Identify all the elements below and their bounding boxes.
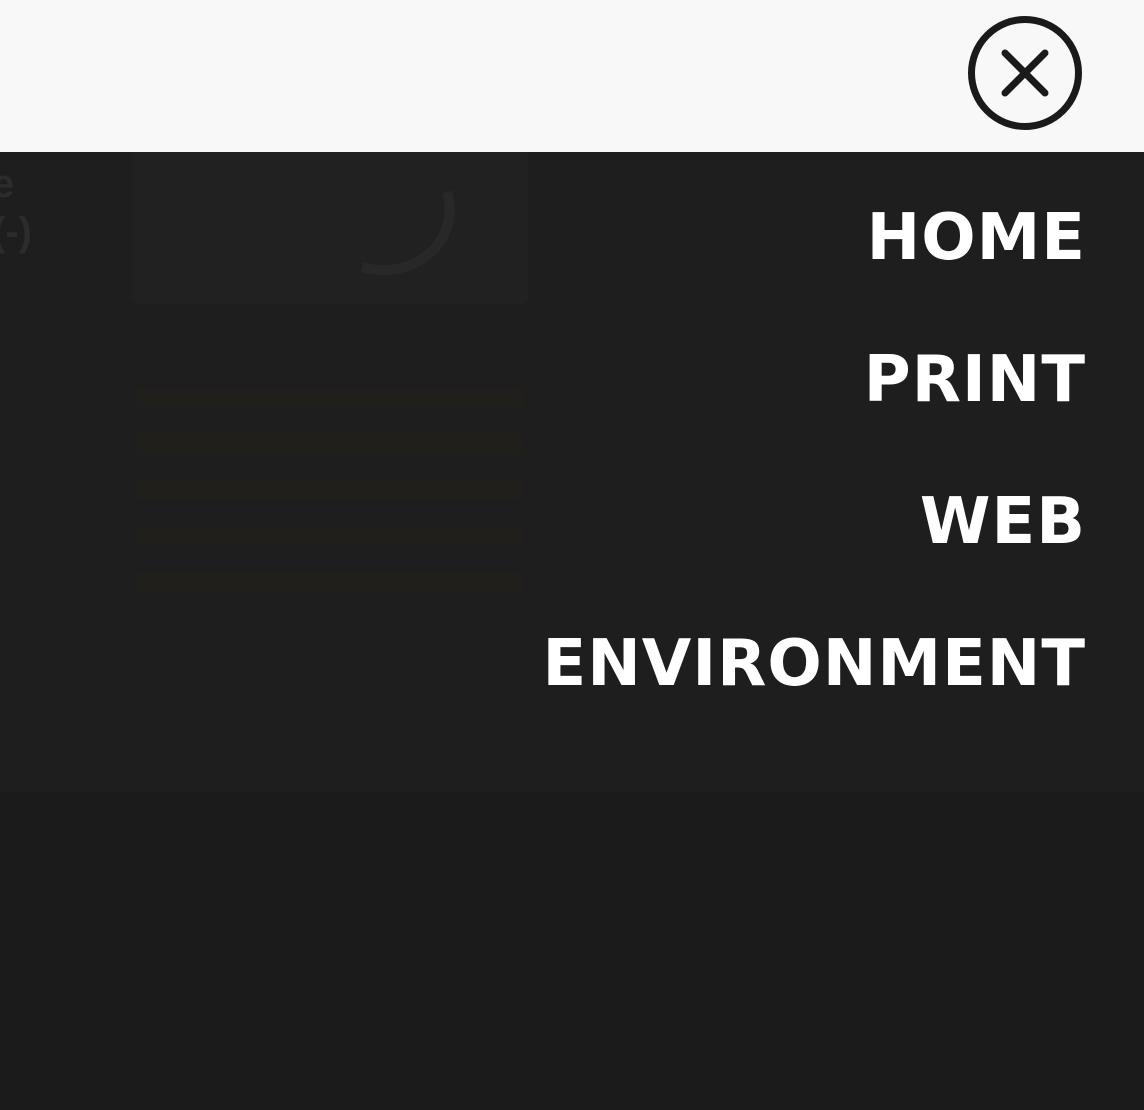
menu-header xyxy=(0,0,1144,152)
nav-item-print: PRINT xyxy=(543,338,1087,480)
background-line xyxy=(136,480,524,500)
main-nav-menu: HOME PRINT WEB ENVIRONMENT xyxy=(543,196,1087,764)
nav-link-home[interactable]: HOME xyxy=(867,196,1086,280)
nav-item-home: HOME xyxy=(543,196,1087,338)
background-line xyxy=(136,388,524,408)
background-line xyxy=(136,434,524,454)
nav-link-web[interactable]: WEB xyxy=(920,480,1086,564)
background-line xyxy=(136,572,524,592)
nav-item-web: WEB xyxy=(543,480,1087,622)
nav-link-environment[interactable]: ENVIRONMENT xyxy=(543,622,1087,706)
background-image xyxy=(132,152,528,304)
background-text-lines xyxy=(136,388,524,618)
close-icon xyxy=(1001,49,1049,97)
background-page-fragment: e(-) xyxy=(0,162,32,254)
nav-link-print[interactable]: PRINT xyxy=(864,338,1086,422)
background-logo-shape xyxy=(360,190,455,276)
background-line xyxy=(136,526,524,546)
close-menu-button[interactable] xyxy=(968,16,1082,130)
nav-item-environment: ENVIRONMENT xyxy=(543,622,1087,764)
